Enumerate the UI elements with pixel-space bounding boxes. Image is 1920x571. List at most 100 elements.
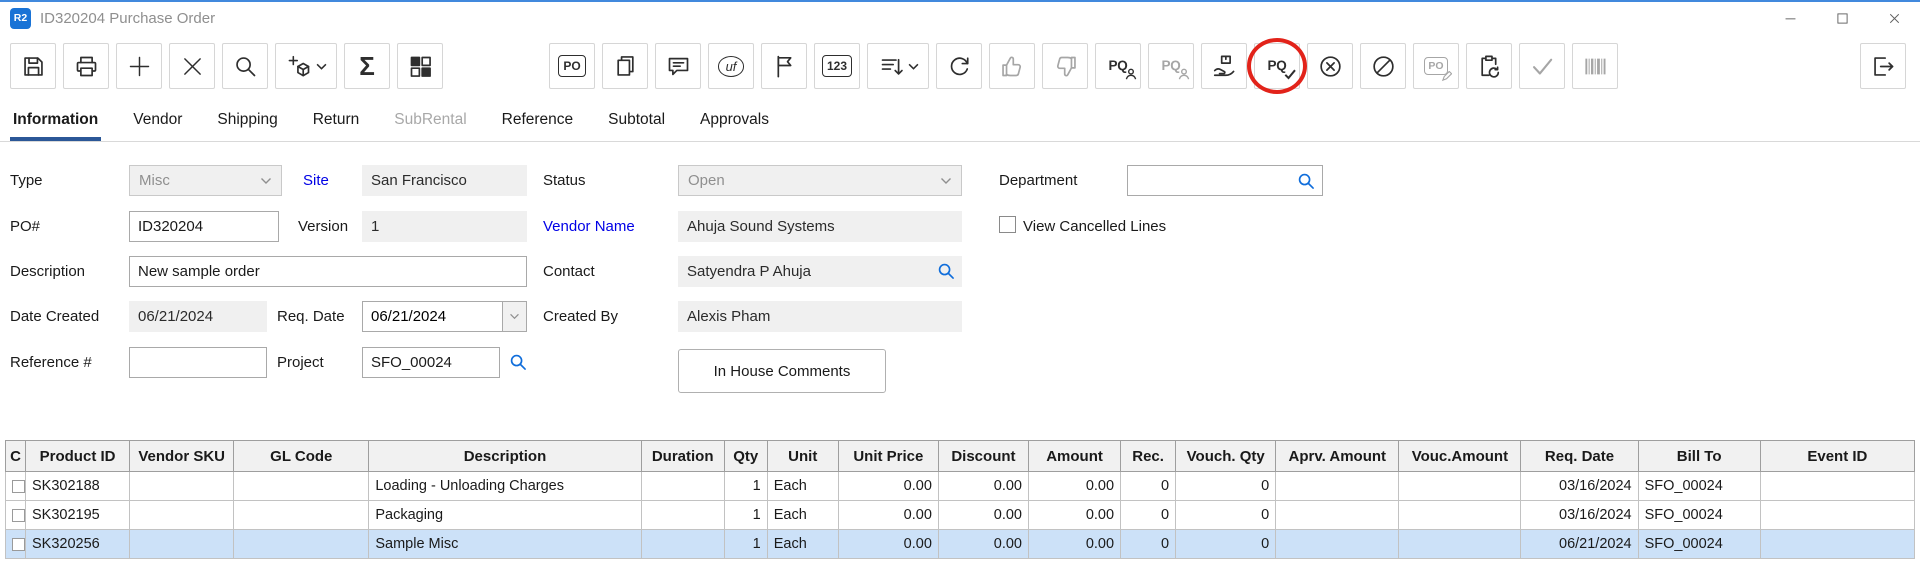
tab-information[interactable]: Information [10,109,101,141]
column-header-product-id[interactable]: Product ID [26,441,130,472]
row-checkbox[interactable] [12,480,25,493]
tab-return[interactable]: Return [310,109,363,141]
add-product-button[interactable] [275,43,337,89]
print-button[interactable] [63,43,109,89]
cell: Each [767,472,838,501]
department-label: Department [999,165,1077,196]
view-cancelled-label: View Cancelled Lines [1023,211,1166,242]
exit-button[interactable] [1860,43,1906,89]
project-search-icon[interactable] [508,352,528,372]
close-icon [1886,10,1903,27]
pq-check-button[interactable]: PQ [1254,43,1300,89]
column-header-event-id[interactable]: Event ID [1760,441,1914,472]
column-header-description[interactable]: Description [369,441,641,472]
window-title: ID320204 Purchase Order [40,10,215,27]
cancel-circle-button[interactable] [1307,43,1353,89]
remove-button[interactable] [169,43,215,89]
void-button[interactable] [1360,43,1406,89]
chevron-down-icon [260,177,272,185]
cell: 0 [1176,472,1276,501]
view-cancelled-checkbox[interactable] [999,216,1016,233]
column-header-rec-[interactable]: Rec. [1121,441,1176,472]
minimize-button[interactable] [1764,2,1816,34]
column-header-unit[interactable]: Unit [767,441,838,472]
cell: 0 [1121,472,1176,501]
tab-shipping[interactable]: Shipping [214,109,280,141]
sort-button[interactable] [867,43,929,89]
barcode-button[interactable] [1572,43,1618,89]
req-date-input[interactable] [362,301,502,332]
tab-reference[interactable]: Reference [499,109,577,141]
reference-input[interactable] [129,347,267,378]
hand-package-button[interactable] [1201,43,1247,89]
tab-vendor[interactable]: Vendor [130,109,185,141]
row-checkbox[interactable] [12,538,25,551]
column-header-req-date[interactable]: Req. Date [1521,441,1638,472]
row-checkbox[interactable] [12,509,25,522]
type-select[interactable]: Misc [129,165,282,196]
project-input[interactable] [362,347,500,378]
vendor-name-label[interactable]: Vendor Name [543,211,635,242]
clipboard-refresh-button[interactable] [1466,43,1512,89]
cell [130,501,234,530]
site-label[interactable]: Site [303,165,329,196]
po-edit-button[interactable]: PO [1413,43,1459,89]
in-house-comments-button[interactable]: In House Comments [678,349,886,393]
pq-user-disabled-icon-glyph: PQ [1162,59,1181,73]
comment-button[interactable] [655,43,701,89]
tab-subtotal[interactable]: Subtotal [605,109,668,141]
req-date-dropdown[interactable] [502,301,527,332]
table-row[interactable]: SK302188Loading - Unloading Charges1Each… [6,472,1915,501]
description-input[interactable] [129,256,527,287]
column-header-aprv-amount[interactable]: Aprv. Amount [1276,441,1399,472]
column-header-vouc-amount[interactable]: Vouc.Amount [1399,441,1521,472]
column-header-vendor-sku[interactable]: Vendor SKU [130,441,234,472]
add-button[interactable] [116,43,162,89]
table-row[interactable]: SK320256Sample Misc1Each0.000.000.000006… [6,530,1915,559]
flag-button[interactable] [761,43,807,89]
column-header-qty[interactable]: Qty [724,441,767,472]
column-header-bill-to[interactable]: Bill To [1638,441,1760,472]
sum-glyph: Σ [359,53,375,79]
cell: 03/16/2024 [1521,472,1638,501]
cell [1399,472,1521,501]
maximize-button[interactable] [1816,2,1868,34]
numbers-button[interactable]: 123 [814,43,860,89]
close-button[interactable] [1868,2,1920,34]
po-icon-glyph: PO [558,55,585,77]
column-header-gl-code[interactable]: GL Code [234,441,369,472]
department-search-icon[interactable] [1296,171,1316,191]
table-row[interactable]: SK302195Packaging1Each0.000.000.000003/1… [6,501,1915,530]
po-number-input[interactable] [129,211,279,242]
pq-user-disabled-button[interactable]: PQ [1148,43,1194,89]
column-header-c[interactable]: C [6,441,26,472]
column-header-discount[interactable]: Discount [938,441,1028,472]
refresh-button[interactable] [936,43,982,89]
sum-button[interactable]: Σ [344,43,390,89]
column-header-unit-price[interactable]: Unit Price [838,441,938,472]
column-header-vouch-qty[interactable]: Vouch. Qty [1176,441,1276,472]
status-select[interactable]: Open [678,165,962,196]
department-field-wrap [1127,165,1323,196]
thumbs-down-button[interactable] [1042,43,1088,89]
po-button[interactable]: PO [549,43,595,89]
thumbs-up-button[interactable] [989,43,1035,89]
exit-icon [1870,53,1897,80]
remove-icon [179,53,206,80]
pq-user-button[interactable]: PQ [1095,43,1141,89]
line-items-grid: CProduct IDVendor SKUGL CodeDescriptionD… [0,440,1920,559]
column-header-duration[interactable]: Duration [641,441,724,472]
confirm-check-button[interactable] [1519,43,1565,89]
layout-grid-button[interactable] [397,43,443,89]
save-button[interactable] [10,43,56,89]
minimize-icon [1782,10,1799,27]
tab-approvals[interactable]: Approvals [697,109,772,141]
column-header-amount[interactable]: Amount [1028,441,1120,472]
search-button[interactable] [222,43,268,89]
department-input[interactable] [1128,167,1296,194]
contact-search-icon[interactable] [936,261,956,281]
confirm-check-icon [1529,53,1556,80]
cell: 1 [724,472,767,501]
uf-button[interactable]: uf [708,43,754,89]
copy-button[interactable] [602,43,648,89]
